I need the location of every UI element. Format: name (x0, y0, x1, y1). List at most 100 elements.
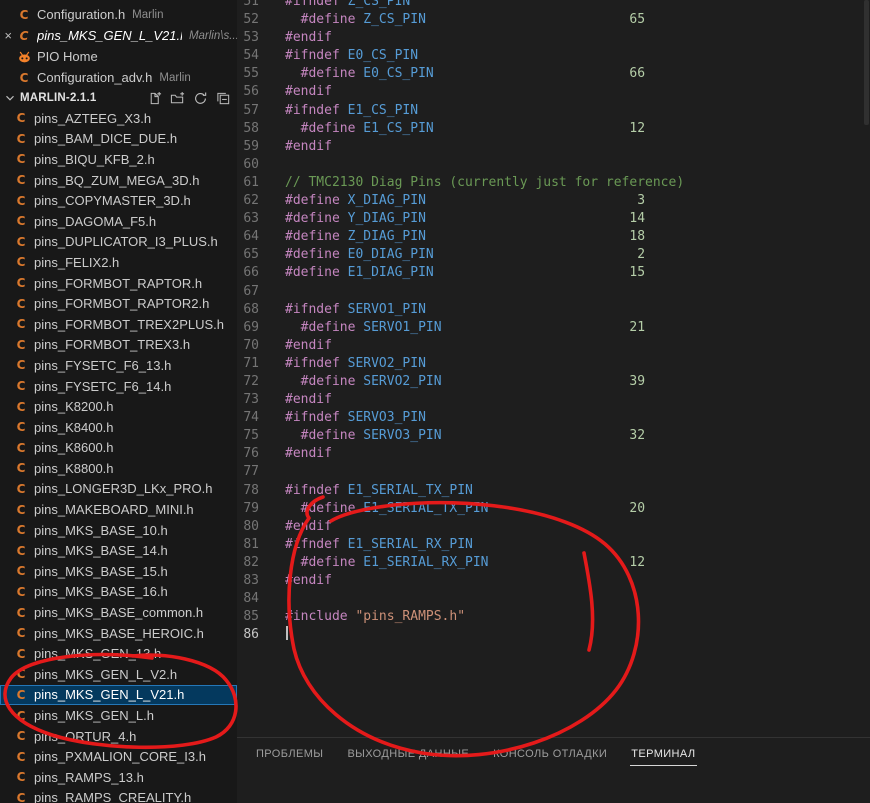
file-tree-item[interactable]: Cpins_MKS_GEN_13.h (0, 643, 237, 664)
file-tree-item[interactable]: Cpins_MKS_BASE_14.h (0, 540, 237, 561)
line-text: #define E0_DIAG_PIN 2 (259, 246, 645, 264)
code-line[interactable]: 85#include "pins_RAMPS.h" (237, 608, 684, 626)
open-editor-item[interactable]: CConfiguration_adv.hMarlin (0, 67, 237, 88)
code-line[interactable]: 57#ifndef E1_CS_PIN (237, 102, 684, 120)
file-tree-item[interactable]: Cpins_MKS_BASE_16.h (0, 582, 237, 603)
code-line[interactable]: 51#ifndef Z_CS_PIN (237, 0, 684, 11)
file-tree-item[interactable]: Cpins_FYSETC_F6_13.h (0, 355, 237, 376)
code-line[interactable]: 75 #define SERVO3_PIN 32 (237, 427, 684, 445)
open-editor-detail: Marlin (132, 9, 163, 21)
panel-tab-label: КОНСОЛЬ ОТЛАДКИ (492, 744, 608, 766)
file-tree-item[interactable]: Cpins_PXMALION_CORE_I3.h (0, 746, 237, 767)
code-line[interactable]: 62#define X_DIAG_PIN 3 (237, 192, 684, 210)
code-line[interactable]: 70#endif (237, 337, 684, 355)
terminal-content[interactable] (237, 771, 870, 803)
file-tree-item[interactable]: Cpins_DAGOMA_F5.h (0, 211, 237, 232)
file-tree-item[interactable]: Cpins_FELIX2.h (0, 252, 237, 273)
c-file-icon: C (13, 358, 29, 372)
code-line[interactable]: 65#define E0_DIAG_PIN 2 (237, 246, 684, 264)
file-tree-item[interactable]: Cpins_RAMPS_13.h (0, 767, 237, 788)
code-line[interactable]: 58 #define E1_CS_PIN 12 (237, 120, 684, 138)
file-tree-item[interactable]: Cpins_RAMPS_CREALITY.h (0, 788, 237, 803)
code-line[interactable]: 56#endif (237, 83, 684, 101)
file-tree-item[interactable]: Cpins_K8400.h (0, 417, 237, 438)
open-editor-item[interactable]: ×Cpins_MKS_GEN_L_V21.hMarlin\s... (0, 25, 237, 46)
line-text: #define Z_CS_PIN 65 (259, 11, 645, 29)
line-number: 62 (237, 192, 259, 210)
code-line[interactable]: 71#ifndef SERVO2_PIN (237, 355, 684, 373)
file-tree-item[interactable]: Cpins_BQ_ZUM_MEGA_3D.h (0, 170, 237, 191)
file-tree-item[interactable]: Cpins_FYSETC_F6_14.h (0, 376, 237, 397)
code-line[interactable]: 86 (237, 626, 684, 644)
code-line[interactable]: 74#ifndef SERVO3_PIN (237, 409, 684, 427)
code-line[interactable]: 82 #define E1_SERIAL_RX_PIN 12 (237, 554, 684, 572)
code-editor[interactable]: 51#ifndef Z_CS_PIN52 #define Z_CS_PIN 65… (237, 0, 870, 737)
new-folder-icon[interactable] (169, 90, 185, 106)
file-tree-item[interactable]: Cpins_K8800.h (0, 458, 237, 479)
file-tree-item[interactable]: Cpins_MAKEBOARD_MINI.h (0, 499, 237, 520)
file-tree-item[interactable]: Cpins_MKS_GEN_L_V2.h (0, 664, 237, 685)
code-line[interactable]: 54#ifndef E0_CS_PIN (237, 47, 684, 65)
code-line[interactable]: 81#ifndef E1_SERIAL_RX_PIN (237, 536, 684, 554)
code-line[interactable]: 53#endif (237, 29, 684, 47)
file-name: pins_MKS_GEN_L.h (34, 708, 154, 723)
section-header-marlin[interactable]: MARLIN-2.1.1 (0, 88, 237, 108)
file-tree-item[interactable]: Cpins_ORTUR_4.h (0, 726, 237, 747)
scrollbar-thumb[interactable] (864, 0, 869, 125)
refresh-icon[interactable] (192, 90, 208, 106)
file-tree-item[interactable]: Cpins_FORMBOT_RAPTOR2.h (0, 293, 237, 314)
panel-tab-problems[interactable]: ПРОБЛЕМЫ (244, 738, 335, 771)
open-editor-item[interactable]: PIO Home (0, 46, 237, 67)
panel-tab-terminal[interactable]: ТЕРМИНАЛ (619, 738, 707, 771)
file-tree-item[interactable]: Cpins_MKS_GEN_L_V21.h (0, 685, 237, 706)
code-line[interactable]: 80#endif (237, 518, 684, 536)
file-tree-item[interactable]: Cpins_AZTEEG_X3.h (0, 108, 237, 129)
code-line[interactable]: 64#define Z_DIAG_PIN 18 (237, 228, 684, 246)
c-file-icon: C (13, 564, 29, 578)
file-tree-item[interactable]: Cpins_COPYMASTER_3D.h (0, 190, 237, 211)
file-tree-item[interactable]: Cpins_K8200.h (0, 396, 237, 417)
code-line[interactable]: 76#endif (237, 445, 684, 463)
code-line[interactable]: 83#endif (237, 572, 684, 590)
c-file-icon: C (13, 606, 29, 620)
code-line[interactable]: 60 (237, 156, 684, 174)
open-editor-item[interactable]: CConfiguration.hMarlin (0, 4, 237, 25)
c-file-icon: C (13, 338, 29, 352)
panel-tab-output[interactable]: ВЫХОДНЫЕ ДАННЫЕ (335, 738, 481, 771)
file-tree-item[interactable]: Cpins_K8600.h (0, 438, 237, 459)
file-tree-item[interactable]: Cpins_FORMBOT_TREX2PLUS.h (0, 314, 237, 335)
panel-tab-debug-console[interactable]: КОНСОЛЬ ОТЛАДКИ (481, 738, 619, 771)
code-line[interactable]: 73#endif (237, 391, 684, 409)
file-tree-item[interactable]: Cpins_MKS_BASE_HEROIC.h (0, 623, 237, 644)
code-line[interactable]: 55 #define E0_CS_PIN 66 (237, 65, 684, 83)
collapse-all-icon[interactable] (215, 90, 231, 106)
code-line[interactable]: 52 #define Z_CS_PIN 65 (237, 11, 684, 29)
code-line[interactable]: 59#endif (237, 138, 684, 156)
code-line[interactable]: 78#ifndef E1_SERIAL_TX_PIN (237, 482, 684, 500)
code-line[interactable]: 61// TMC2130 Diag Pins (currently just f… (237, 174, 684, 192)
file-tree-item[interactable]: Cpins_MKS_BASE_10.h (0, 520, 237, 541)
file-name: pins_DUPLICATOR_I3_PLUS.h (34, 234, 218, 249)
code-line[interactable]: 68#ifndef SERVO1_PIN (237, 301, 684, 319)
code-line[interactable]: 84 (237, 590, 684, 608)
code-line[interactable]: 77 (237, 463, 684, 481)
code-line[interactable]: 72 #define SERVO2_PIN 39 (237, 373, 684, 391)
file-tree-item[interactable]: Cpins_LONGER3D_LKx_PRO.h (0, 479, 237, 500)
close-icon[interactable]: × (0, 29, 16, 42)
code-line[interactable]: 69 #define SERVO1_PIN 21 (237, 319, 684, 337)
new-file-icon[interactable] (146, 90, 162, 106)
line-number: 66 (237, 264, 259, 282)
c-file-icon: C (13, 194, 29, 208)
file-tree-item[interactable]: Cpins_MKS_BASE_15.h (0, 561, 237, 582)
file-tree-item[interactable]: Cpins_BIQU_KFB_2.h (0, 149, 237, 170)
file-tree-item[interactable]: Cpins_BAM_DICE_DUE.h (0, 129, 237, 150)
code-line[interactable]: 66#define E1_DIAG_PIN 15 (237, 264, 684, 282)
file-tree-item[interactable]: Cpins_DUPLICATOR_I3_PLUS.h (0, 232, 237, 253)
code-line[interactable]: 67 (237, 283, 684, 301)
file-tree-item[interactable]: Cpins_MKS_GEN_L.h (0, 705, 237, 726)
file-tree-item[interactable]: Cpins_MKS_BASE_common.h (0, 602, 237, 623)
code-line[interactable]: 79 #define E1_SERIAL_TX_PIN 20 (237, 500, 684, 518)
code-line[interactable]: 63#define Y_DIAG_PIN 14 (237, 210, 684, 228)
file-tree-item[interactable]: Cpins_FORMBOT_TREX3.h (0, 335, 237, 356)
file-tree-item[interactable]: Cpins_FORMBOT_RAPTOR.h (0, 273, 237, 294)
